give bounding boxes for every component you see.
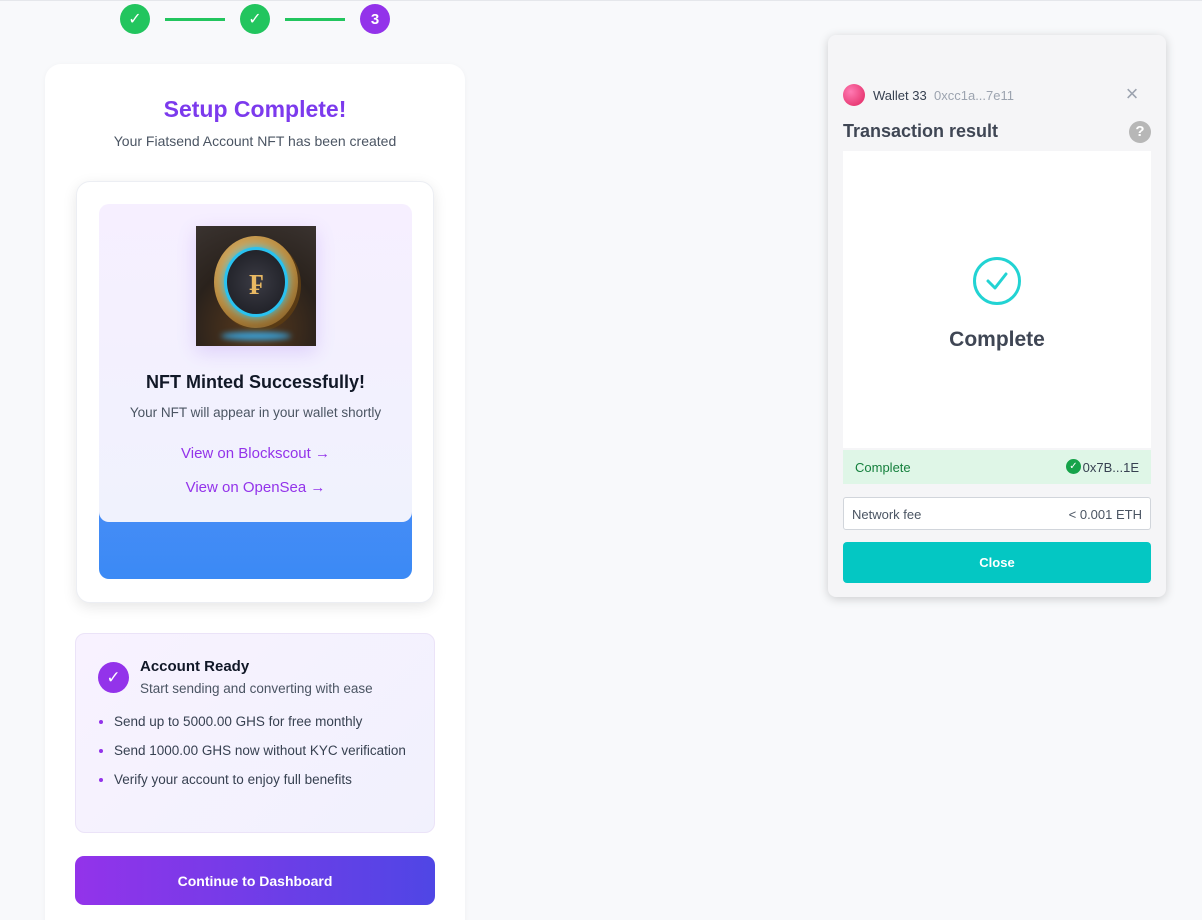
wallet-address: 0xcc1a...7e11 bbox=[934, 88, 1014, 103]
check-circle-icon: ✓ bbox=[98, 662, 129, 693]
wallet-popup: Wallet 33 0xcc1a...7e11 × Transaction re… bbox=[828, 35, 1166, 597]
nft-minted-title: NFT Minted Successfully! bbox=[145, 372, 366, 392]
top-divider bbox=[0, 0, 1202, 3]
status-label: Complete bbox=[855, 460, 911, 475]
transaction-status-text: Complete bbox=[949, 328, 1045, 351]
network-fee-label: Network fee bbox=[852, 507, 922, 522]
view-on-opensea-link[interactable]: View on OpenSea → bbox=[99, 479, 412, 496]
nft-coin-image: ₣ bbox=[196, 226, 316, 346]
network-fee-row: Network fee < 0.001 ETH bbox=[843, 497, 1151, 530]
close-button[interactable]: Close bbox=[843, 542, 1151, 583]
close-icon[interactable]: × bbox=[1122, 83, 1142, 105]
step-3-current: 3 bbox=[360, 4, 390, 34]
status-row: Complete ✓ 0x7B...1E bbox=[843, 450, 1151, 484]
coin-glyph: ₣ bbox=[249, 268, 263, 301]
nft-card: ₣ NFT Minted Successfully! Your NFT will… bbox=[76, 181, 434, 603]
list-item: Send 1000.00 GHS now without KYC verific… bbox=[98, 741, 418, 760]
account-ready-card: ✓ Account Ready Start sending and conver… bbox=[75, 633, 435, 833]
page-title: Setup Complete! bbox=[163, 96, 347, 122]
bullet-icon bbox=[99, 720, 103, 724]
wallet-name: Wallet 33 bbox=[873, 88, 927, 103]
coin-icon: ₣ bbox=[214, 236, 298, 328]
bullet-icon bbox=[99, 749, 103, 753]
wallet-avatar bbox=[843, 84, 865, 106]
step-2-complete-icon: ✓ bbox=[240, 4, 270, 34]
transaction-hash-link[interactable]: 0x7B...1E bbox=[1083, 460, 1139, 475]
benefits-list: Send up to 5000.00 GHS for free monthly … bbox=[98, 712, 418, 799]
view-on-blockscout-link[interactable]: View on Blockscout → bbox=[99, 445, 412, 462]
account-ready-title: Account Ready bbox=[140, 658, 250, 675]
bullet-icon bbox=[99, 778, 103, 782]
page-subtitle: Your Fiatsend Account NFT has been creat… bbox=[113, 133, 397, 149]
step-1-complete-icon: ✓ bbox=[120, 4, 150, 34]
transaction-result-title: Transaction result bbox=[843, 121, 999, 141]
nft-details-panel: ₣ NFT Minted Successfully! Your NFT will… bbox=[99, 204, 412, 522]
transaction-status-panel: Complete bbox=[843, 151, 1151, 448]
nft-minted-subtitle: Your NFT will appear in your wallet shor… bbox=[129, 405, 382, 420]
check-circle-icon bbox=[973, 257, 1021, 305]
setup-complete-card: Setup Complete! Your Fiatsend Account NF… bbox=[45, 64, 465, 920]
step-connector bbox=[285, 17, 345, 21]
help-icon[interactable]: ? bbox=[1129, 121, 1151, 143]
step-connector bbox=[165, 17, 225, 21]
network-fee-value: < 0.001 ETH bbox=[1068, 507, 1142, 522]
list-item: Verify your account to enjoy full benefi… bbox=[98, 770, 418, 789]
setup-stepper: ✓ ✓ 3 bbox=[120, 4, 390, 34]
continue-to-dashboard-button[interactable]: Continue to Dashboard bbox=[75, 856, 435, 905]
check-icon: ✓ bbox=[1066, 459, 1081, 474]
account-ready-subtitle: Start sending and converting with ease bbox=[140, 681, 373, 696]
list-item: Send up to 5000.00 GHS for free monthly bbox=[98, 712, 418, 731]
